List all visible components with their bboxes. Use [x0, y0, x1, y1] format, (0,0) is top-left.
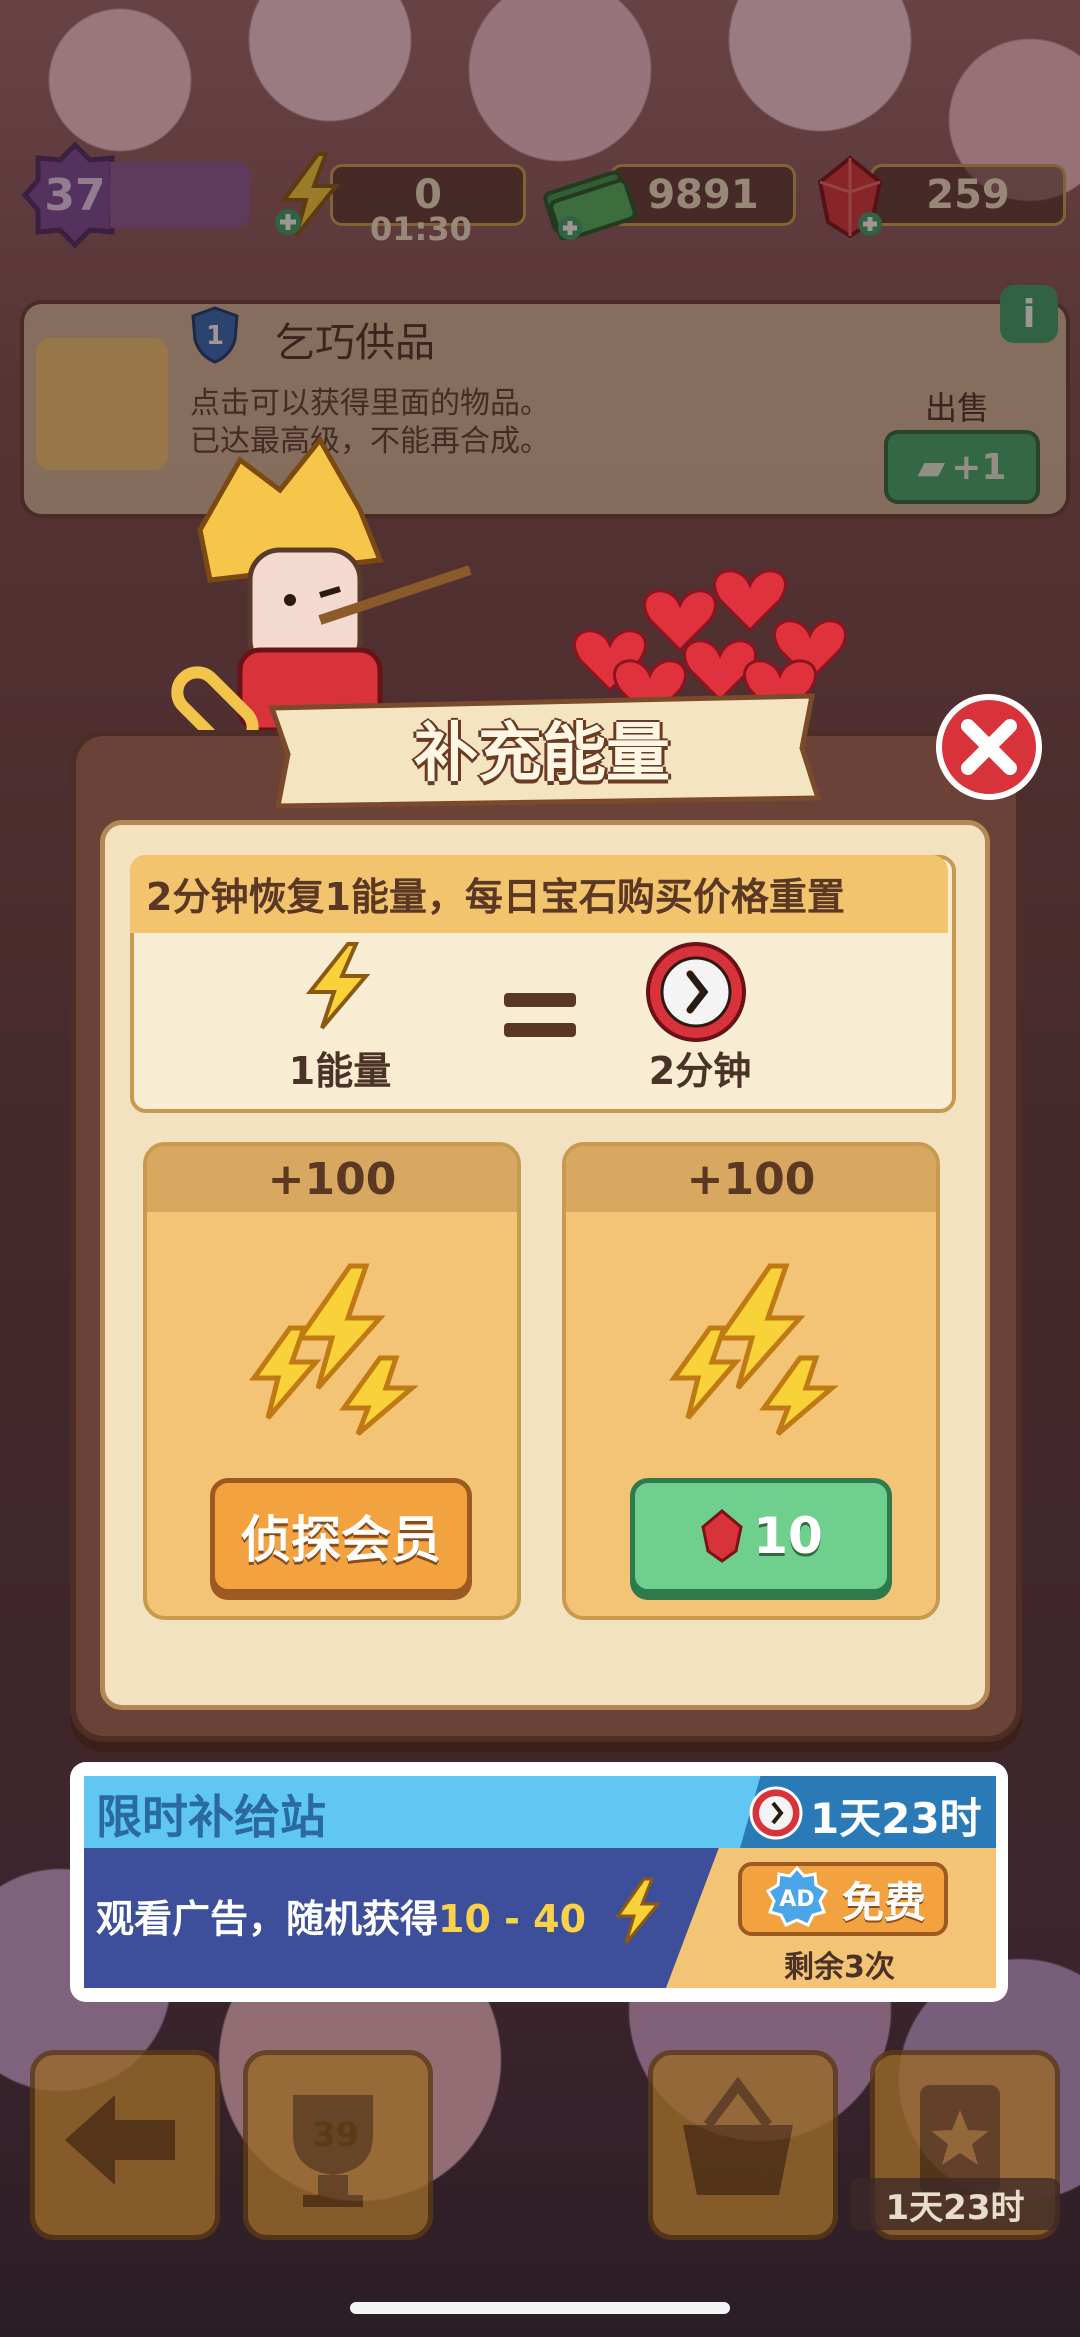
back-arrow-button[interactable]: [30, 2050, 220, 2240]
basket-button[interactable]: [648, 2050, 838, 2240]
ruby-gem-icon: [701, 1509, 743, 1563]
ad-badge-icon: AD: [766, 1866, 828, 1927]
energy-bolts-bundle-icon: [669, 1263, 839, 1436]
gem-price: 10: [753, 1507, 823, 1565]
energy-rate-text: 2分钟恢复1能量，每日宝石购买价格重置: [146, 875, 845, 919]
offer-amount: +100: [147, 1146, 517, 1212]
back-arrow-icon: [65, 2095, 175, 2185]
clock-icon: [749, 1786, 803, 1840]
dialog-title: 补充能量: [414, 717, 670, 791]
buy-with-gems-button[interactable]: 10: [630, 1478, 892, 1594]
supply-station-description: 观看广告，随机获得10 - 40: [96, 1888, 586, 1943]
energy-unit-label: 1能量: [288, 1049, 392, 1093]
supply-station-title: 限时补给站: [96, 1790, 326, 1844]
trophy-count: 39: [312, 2115, 360, 2155]
event-timer: 1天23时: [850, 2178, 1060, 2230]
basket-icon: [683, 2076, 793, 2195]
clock-icon: [646, 942, 746, 1042]
supply-text-prefix: 观看广告，随机获得: [96, 1897, 439, 1941]
supply-station-timer: 1天23时: [810, 1794, 982, 1843]
time-unit-label: 2分钟: [648, 1049, 752, 1093]
home-indicator[interactable]: [350, 2302, 730, 2314]
close-button[interactable]: [934, 692, 1044, 802]
energy-bolt-icon: [305, 942, 371, 1030]
supply-energy-range: 10 - 40: [438, 1897, 587, 1941]
offer-amount: +100: [566, 1146, 936, 1212]
remaining-count: 剩余3次: [784, 1950, 895, 1985]
energy-bolt-icon: [615, 1877, 662, 1944]
energy-bolts-bundle-icon: [249, 1263, 419, 1436]
equals-sign-icon: [504, 993, 576, 1037]
detective-membership-button[interactable]: 侦探会员: [210, 1478, 472, 1594]
ad-label: AD: [779, 1887, 814, 1912]
